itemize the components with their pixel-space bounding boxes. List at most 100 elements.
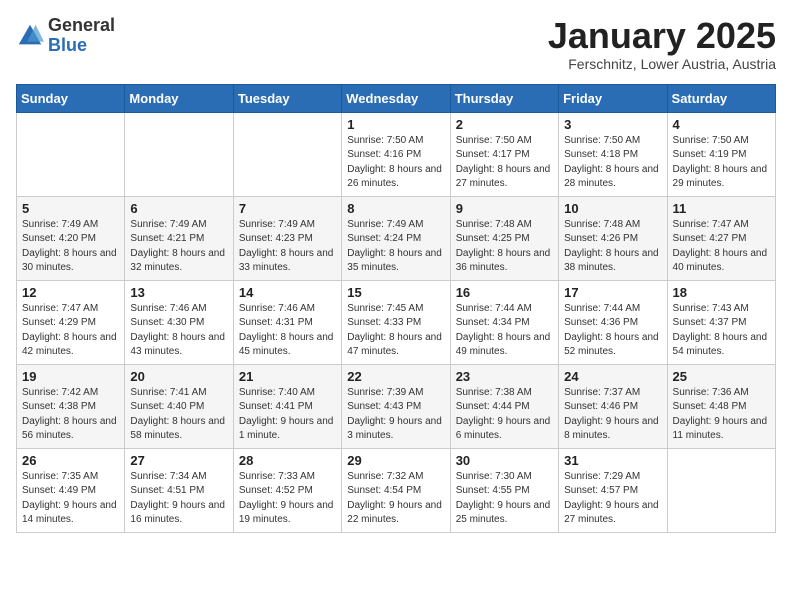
day-info: Sunrise: 7:29 AM Sunset: 4:57 PM Dayligh… xyxy=(564,470,661,528)
day-number: 30 xyxy=(456,453,553,468)
calendar-week-row: 19Sunrise: 7:42 AM Sunset: 4:38 PM Dayli… xyxy=(17,364,776,448)
day-info: Sunrise: 7:48 AM Sunset: 4:26 PM Dayligh… xyxy=(564,218,661,276)
calendar-cell: 10 Sunrise: 7:48 AM Sunset: 4:26 PM Dayli… xyxy=(559,196,667,280)
calendar-cell: 23 Sunrise: 7:38 AM Sunset: 4:44 PM Dayli… xyxy=(450,364,558,448)
logo-text: General Blue xyxy=(48,16,115,56)
day-info: Sunrise: 7:50 AM Sunset: 4:17 PM Dayligh… xyxy=(456,134,553,192)
calendar-cell: 15 Sunrise: 7:45 AM Sunset: 4:33 PM Dayli… xyxy=(342,280,450,364)
calendar-cell: 22 Sunrise: 7:39 AM Sunset: 4:43 PM Dayli… xyxy=(342,364,450,448)
day-number: 9 xyxy=(456,201,553,216)
day-number: 14 xyxy=(239,285,336,300)
day-number: 29 xyxy=(347,453,444,468)
weekday-header-monday: Monday xyxy=(125,84,233,112)
calendar-cell: 3 Sunrise: 7:50 AM Sunset: 4:18 PM Daylig… xyxy=(559,112,667,196)
day-number: 28 xyxy=(239,453,336,468)
day-number: 13 xyxy=(130,285,227,300)
day-number: 1 xyxy=(347,117,444,132)
day-number: 4 xyxy=(673,117,770,132)
calendar-cell: 12Sunrise: 7:47 AM Sunset: 4:29 PM Dayli… xyxy=(17,280,125,364)
calendar-cell: 24 Sunrise: 7:37 AM Sunset: 4:46 PM Dayli… xyxy=(559,364,667,448)
day-info: Sunrise: 7:44 AM Sunset: 4:34 PM Dayligh… xyxy=(456,302,553,360)
calendar-week-row: 26Sunrise: 7:35 AM Sunset: 4:49 PM Dayli… xyxy=(17,448,776,532)
day-info: Sunrise: 7:37 AM Sunset: 4:46 PM Dayligh… xyxy=(564,386,661,444)
calendar-cell: 18 Sunrise: 7:43 AM Sunset: 4:37 PM Dayli… xyxy=(667,280,775,364)
weekday-header-row: SundayMondayTuesdayWednesdayThursdayFrid… xyxy=(17,84,776,112)
calendar-cell: 4 Sunrise: 7:50 AM Sunset: 4:19 PM Daylig… xyxy=(667,112,775,196)
weekday-header-friday: Friday xyxy=(559,84,667,112)
day-info: Sunrise: 7:36 AM Sunset: 4:48 PM Dayligh… xyxy=(673,386,770,444)
day-info: Sunrise: 7:32 AM Sunset: 4:54 PM Dayligh… xyxy=(347,470,444,528)
day-number: 21 xyxy=(239,369,336,384)
calendar-cell: 25 Sunrise: 7:36 AM Sunset: 4:48 PM Dayli… xyxy=(667,364,775,448)
calendar-cell: 8 Sunrise: 7:49 AM Sunset: 4:24 PM Daylig… xyxy=(342,196,450,280)
day-info: Sunrise: 7:49 AM Sunset: 4:24 PM Dayligh… xyxy=(347,218,444,276)
calendar-cell: 6 Sunrise: 7:49 AM Sunset: 4:21 PM Daylig… xyxy=(125,196,233,280)
day-number: 22 xyxy=(347,369,444,384)
day-number: 24 xyxy=(564,369,661,384)
day-info: Sunrise: 7:50 AM Sunset: 4:19 PM Dayligh… xyxy=(673,134,770,192)
page-header: General Blue January 2025 Ferschnitz, Lo… xyxy=(16,16,776,72)
calendar-cell: 13Sunrise: 7:46 AM Sunset: 4:30 PM Dayli… xyxy=(125,280,233,364)
day-info: Sunrise: 7:50 AM Sunset: 4:16 PM Dayligh… xyxy=(347,134,444,192)
day-info: Sunrise: 7:30 AM Sunset: 4:55 PM Dayligh… xyxy=(456,470,553,528)
logo-blue-text: Blue xyxy=(48,36,115,56)
day-info: Sunrise: 7:38 AM Sunset: 4:44 PM Dayligh… xyxy=(456,386,553,444)
calendar-cell xyxy=(667,448,775,532)
calendar-cell: 21 Sunrise: 7:40 AM Sunset: 4:41 PM Dayli… xyxy=(233,364,341,448)
day-number: 23 xyxy=(456,369,553,384)
title-block: January 2025 Ferschnitz, Lower Austria, … xyxy=(548,16,776,72)
day-number: 6 xyxy=(130,201,227,216)
calendar-cell: 19Sunrise: 7:42 AM Sunset: 4:38 PM Dayli… xyxy=(17,364,125,448)
day-number: 20 xyxy=(130,369,227,384)
weekday-header-saturday: Saturday xyxy=(667,84,775,112)
calendar-week-row: 1 Sunrise: 7:50 AM Sunset: 4:16 PM Daylig… xyxy=(17,112,776,196)
weekday-header-thursday: Thursday xyxy=(450,84,558,112)
weekday-header-sunday: Sunday xyxy=(17,84,125,112)
logo-general-text: General xyxy=(48,16,115,36)
day-info: Sunrise: 7:46 AM Sunset: 4:31 PM Dayligh… xyxy=(239,302,336,360)
day-info: Sunrise: 7:49 AM Sunset: 4:21 PM Dayligh… xyxy=(130,218,227,276)
day-number: 17 xyxy=(564,285,661,300)
day-info: Sunrise: 7:41 AM Sunset: 4:40 PM Dayligh… xyxy=(130,386,227,444)
day-number: 11 xyxy=(673,201,770,216)
day-number: 12 xyxy=(22,285,119,300)
day-number: 27 xyxy=(130,453,227,468)
day-number: 3 xyxy=(564,117,661,132)
day-info: Sunrise: 7:35 AM Sunset: 4:49 PM Dayligh… xyxy=(22,470,119,528)
day-number: 25 xyxy=(673,369,770,384)
calendar-cell: 26Sunrise: 7:35 AM Sunset: 4:49 PM Dayli… xyxy=(17,448,125,532)
calendar-cell: 7Sunrise: 7:49 AM Sunset: 4:23 PM Daylig… xyxy=(233,196,341,280)
day-number: 2 xyxy=(456,117,553,132)
calendar-cell: 31 Sunrise: 7:29 AM Sunset: 4:57 PM Dayli… xyxy=(559,448,667,532)
day-info: Sunrise: 7:45 AM Sunset: 4:33 PM Dayligh… xyxy=(347,302,444,360)
calendar-week-row: 12Sunrise: 7:47 AM Sunset: 4:29 PM Dayli… xyxy=(17,280,776,364)
day-number: 31 xyxy=(564,453,661,468)
weekday-header-wednesday: Wednesday xyxy=(342,84,450,112)
day-number: 8 xyxy=(347,201,444,216)
day-number: 10 xyxy=(564,201,661,216)
day-info: Sunrise: 7:39 AM Sunset: 4:43 PM Dayligh… xyxy=(347,386,444,444)
calendar-cell xyxy=(125,112,233,196)
day-info: Sunrise: 7:49 AM Sunset: 4:23 PM Dayligh… xyxy=(239,218,336,276)
weekday-header-tuesday: Tuesday xyxy=(233,84,341,112)
calendar-cell: 28Sunrise: 7:33 AM Sunset: 4:52 PM Dayli… xyxy=(233,448,341,532)
calendar-cell: 2 Sunrise: 7:50 AM Sunset: 4:17 PM Daylig… xyxy=(450,112,558,196)
location-text: Ferschnitz, Lower Austria, Austria xyxy=(548,56,776,72)
calendar-cell: 14 Sunrise: 7:46 AM Sunset: 4:31 PM Dayli… xyxy=(233,280,341,364)
calendar-cell: 17 Sunrise: 7:44 AM Sunset: 4:36 PM Dayli… xyxy=(559,280,667,364)
day-info: Sunrise: 7:49 AM Sunset: 4:20 PM Dayligh… xyxy=(22,218,119,276)
calendar-week-row: 5 Sunrise: 7:49 AM Sunset: 4:20 PM Daylig… xyxy=(17,196,776,280)
day-info: Sunrise: 7:40 AM Sunset: 4:41 PM Dayligh… xyxy=(239,386,336,444)
day-info: Sunrise: 7:43 AM Sunset: 4:37 PM Dayligh… xyxy=(673,302,770,360)
calendar-cell: 11Sunrise: 7:47 AM Sunset: 4:27 PM Dayli… xyxy=(667,196,775,280)
day-number: 15 xyxy=(347,285,444,300)
calendar-cell xyxy=(17,112,125,196)
day-number: 5 xyxy=(22,201,119,216)
calendar-cell: 29 Sunrise: 7:32 AM Sunset: 4:54 PM Dayli… xyxy=(342,448,450,532)
day-info: Sunrise: 7:44 AM Sunset: 4:36 PM Dayligh… xyxy=(564,302,661,360)
day-number: 18 xyxy=(673,285,770,300)
calendar-cell: 9Sunrise: 7:48 AM Sunset: 4:25 PM Daylig… xyxy=(450,196,558,280)
logo-icon xyxy=(16,22,44,50)
day-number: 19 xyxy=(22,369,119,384)
day-info: Sunrise: 7:50 AM Sunset: 4:18 PM Dayligh… xyxy=(564,134,661,192)
